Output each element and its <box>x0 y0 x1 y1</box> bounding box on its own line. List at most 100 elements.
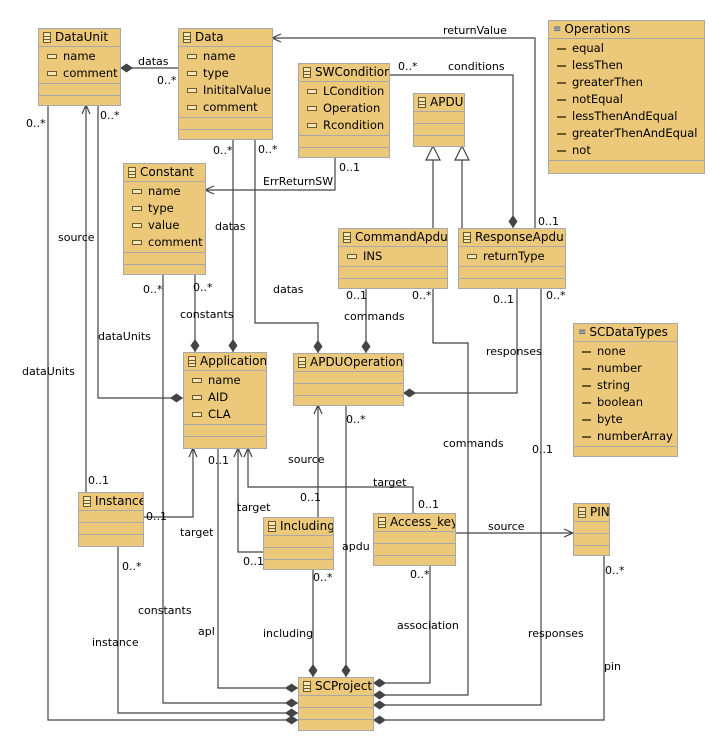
attribute[interactable]: type <box>179 65 272 82</box>
attribute[interactable]: comment <box>179 99 272 116</box>
edge-line[interactable] <box>237 448 263 553</box>
enum-literal[interactable]: boolean <box>574 394 677 411</box>
edge-composition-scproject-including[interactable] <box>308 569 318 677</box>
class-instance[interactable]: Instance <box>78 492 144 547</box>
enum-operations[interactable]: ≡ Operations equal lessThen greaterThen notEq… <box>548 20 705 174</box>
edge-line[interactable] <box>373 288 469 696</box>
class-apduoperation[interactable]: APDUOperation <box>293 353 404 406</box>
class-header[interactable]: APDUOperation <box>294 354 403 372</box>
class-header[interactable]: PIN <box>574 504 609 522</box>
role-label: apl <box>198 625 215 638</box>
edge-composition-scproject-commandapdu[interactable] <box>373 288 469 700</box>
attribute[interactable]: INS <box>339 248 447 265</box>
class-header[interactable]: SCProject <box>299 678 373 696</box>
edge-association-instance-application[interactable] <box>143 446 198 518</box>
enum-literal[interactable]: byte <box>574 411 677 428</box>
role-label: source <box>288 453 325 466</box>
composition-diamond-icon <box>285 683 298 693</box>
class-header[interactable]: Constant <box>124 164 205 182</box>
edge-generalization-responseapdu-apdu[interactable] <box>454 144 470 228</box>
class-swcondition[interactable]: SWCondition LCondition Operation Rcondition <box>298 63 390 158</box>
class-including[interactable]: Including <box>263 517 334 570</box>
attribute[interactable]: Operation <box>299 100 389 117</box>
role-label: datas <box>273 283 304 296</box>
class-header[interactable]: Including <box>264 518 333 536</box>
attribute-name: Rcondition <box>323 118 385 132</box>
class-header[interactable]: Instance <box>79 493 143 511</box>
enum-literal[interactable]: greaterThen <box>549 74 704 91</box>
enum-literal[interactable]: numberArray <box>574 428 677 445</box>
attribute[interactable]: comment <box>39 65 120 82</box>
attribute-name: not <box>572 143 591 157</box>
composition-diamond-icon <box>313 340 323 353</box>
multiplicity-label: 0..* <box>398 60 418 73</box>
class-header[interactable]: Data <box>179 29 272 47</box>
class-apdu[interactable]: APDU <box>413 93 465 147</box>
class-header[interactable]: ≡ Operations <box>549 21 704 39</box>
edge-composition-apduoperation-data[interactable] <box>254 139 323 353</box>
attribute-icon <box>132 206 142 211</box>
empty-compartment <box>574 447 677 458</box>
class-header[interactable]: Access_key <box>374 514 455 532</box>
enum-literal[interactable]: string <box>574 377 677 394</box>
empty-compartment <box>459 279 565 290</box>
attributes-compartment: returnType <box>459 247 565 267</box>
enum-scdatatypes[interactable]: ≡ SCDataTypes none number string boolean byte n… <box>573 323 678 457</box>
attribute-icon <box>307 106 317 111</box>
attribute[interactable]: type <box>124 200 205 217</box>
class-icon <box>298 357 306 368</box>
class-dataunit[interactable]: DataUnit name comment <box>38 28 121 106</box>
attribute-name: name <box>208 373 241 387</box>
attribute[interactable]: value <box>124 217 205 234</box>
edge-generalization-commandapdu-apdu[interactable] <box>425 144 441 228</box>
attribute[interactable]: LCondition <box>299 83 389 100</box>
class-header[interactable]: SWCondition <box>299 64 389 82</box>
operations-compartment <box>339 267 447 279</box>
composition-diamond-icon <box>508 215 518 228</box>
class-pin[interactable]: PIN <box>573 503 610 556</box>
attribute[interactable]: name <box>179 48 272 65</box>
class-header[interactable]: APDU <box>414 94 464 112</box>
edge-composition-scproject-constant[interactable] <box>162 274 298 708</box>
attribute[interactable]: CLA <box>184 406 266 423</box>
class-access-key[interactable]: Access_key <box>373 513 456 566</box>
attribute[interactable]: name <box>124 183 205 200</box>
enum-literal[interactable]: number <box>574 360 677 377</box>
attribute[interactable]: name <box>184 372 266 389</box>
class-header[interactable]: ≡ SCDataTypes <box>574 324 677 342</box>
class-constant[interactable]: Constant name type value comment <box>123 163 206 275</box>
class-data[interactable]: Data name type InititalValue comment <box>178 28 273 140</box>
class-application[interactable]: Application name AID CLA <box>183 352 267 449</box>
enum-literal[interactable]: notEqual <box>549 91 704 108</box>
edge-association-instance-dataunit[interactable] <box>81 103 91 492</box>
class-header[interactable]: CommandApdu <box>339 229 447 247</box>
attribute-icon <box>132 189 142 194</box>
class-header[interactable]: Application <box>184 353 266 371</box>
class-scproject[interactable]: SCProject <box>298 677 374 731</box>
class-responseapdu[interactable]: ResponseApdu returnType <box>458 228 566 289</box>
multiplicity-label: 0..* <box>346 413 366 426</box>
attribute[interactable]: InititalValue <box>179 82 272 99</box>
enum-literal[interactable]: lessThen <box>549 57 704 74</box>
attribute-icon <box>187 88 197 93</box>
edge-line[interactable] <box>143 448 194 518</box>
attribute[interactable]: AID <box>184 389 266 406</box>
class-header[interactable]: ResponseApdu <box>459 229 565 247</box>
enum-literal[interactable]: none <box>574 343 677 360</box>
enum-literal[interactable]: lessThenAndEqual <box>549 108 704 125</box>
generalization-triangle-icon <box>454 144 470 161</box>
attribute[interactable]: comment <box>124 234 205 251</box>
literal-icon <box>582 401 591 404</box>
attribute-name: comment <box>63 66 118 80</box>
class-header[interactable]: DataUnit <box>39 29 120 47</box>
attribute[interactable]: Rcondition <box>299 117 389 134</box>
attribute[interactable]: name <box>39 48 120 65</box>
multiplicity-label: 0..* <box>546 289 566 302</box>
enum-literal[interactable]: not <box>549 142 704 159</box>
edge-line[interactable] <box>254 139 319 353</box>
enum-literal[interactable]: greaterThenAndEqual <box>549 125 704 142</box>
class-commandapdu[interactable]: CommandApdu INS <box>338 228 448 289</box>
enum-literal[interactable]: equal <box>549 40 704 57</box>
attribute[interactable]: returnType <box>459 248 565 265</box>
class-icon <box>43 32 51 43</box>
